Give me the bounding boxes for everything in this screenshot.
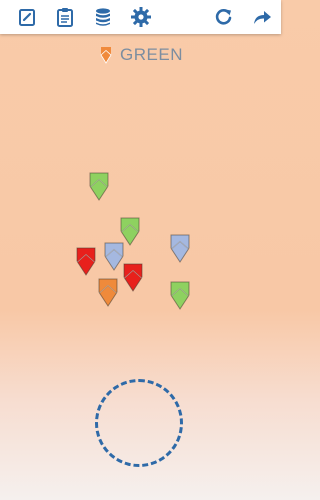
- dashed-circle-target[interactable]: [95, 379, 183, 467]
- green-piece[interactable]: [88, 172, 110, 202]
- settings-button[interactable]: [129, 5, 153, 29]
- database-icon: [96, 8, 110, 26]
- blue-piece[interactable]: [169, 234, 191, 264]
- share-arrow-icon: [254, 11, 271, 24]
- edit-note-button[interactable]: [15, 5, 39, 29]
- clipboard-button[interactable]: [53, 5, 77, 29]
- edit-note-icon: [19, 9, 35, 26]
- restart-button[interactable]: [212, 5, 236, 29]
- share-button[interactable]: [250, 5, 274, 29]
- current-color-indicator: GREEN: [0, 45, 281, 65]
- orange-piece[interactable]: [97, 278, 119, 308]
- green-piece[interactable]: [169, 281, 191, 311]
- gear-icon: [131, 7, 151, 27]
- orange-piece-icon: [100, 47, 112, 64]
- restart-icon: [215, 9, 232, 25]
- red-piece[interactable]: [122, 263, 144, 293]
- current-color-label: GREEN: [120, 45, 183, 64]
- database-button[interactable]: [91, 5, 115, 29]
- toolbar: [0, 0, 281, 34]
- red-piece[interactable]: [75, 247, 97, 277]
- clipboard-icon: [57, 8, 73, 27]
